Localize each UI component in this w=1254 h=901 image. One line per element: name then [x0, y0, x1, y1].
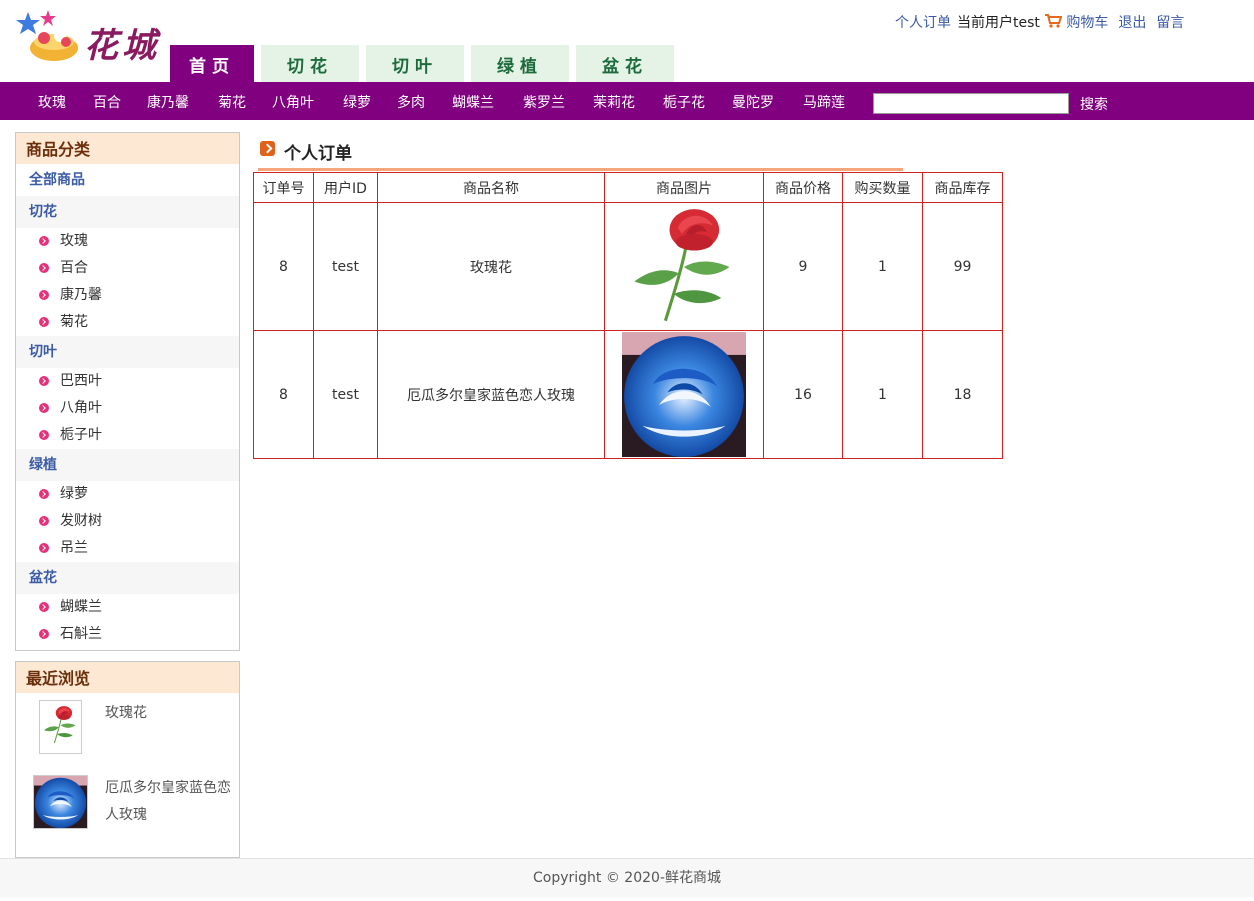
- quantity-cell: 1: [842, 202, 923, 331]
- all-products-link[interactable]: 全部商品: [16, 164, 239, 196]
- nav-item-carnation[interactable]: 康乃馨: [147, 92, 189, 112]
- category-item[interactable]: 巴西叶: [16, 368, 239, 395]
- price-cell: 16: [763, 330, 843, 459]
- nav-item-gardenia[interactable]: 栀子花: [663, 92, 705, 112]
- nav-item-lily[interactable]: 百合: [93, 92, 121, 112]
- product-name-cell: 厄瓜多尔皇家蓝色恋人玫瑰: [377, 330, 605, 459]
- user-id-cell: test: [313, 202, 378, 331]
- product-image-blue-rose: [622, 332, 746, 457]
- page-title: 个人订单: [284, 144, 352, 164]
- table-row: 8 test 厄瓜多尔皇家蓝色恋人玫瑰 16 1 18: [253, 330, 1003, 459]
- tab-potted-flowers[interactable]: 盆花: [576, 45, 674, 82]
- bullet-icon: [39, 516, 49, 526]
- column-header: 商品价格: [763, 172, 843, 203]
- category-panel-title: 商品分类: [16, 133, 239, 164]
- recently-viewed-title: 最近浏览: [16, 662, 239, 693]
- orders-table: 订单号 用户ID 商品名称 商品图片 商品价格 购买数量 商品库存 8 test…: [253, 172, 1003, 459]
- table-row: 8 test 玫瑰花 9 1 99: [253, 202, 1003, 331]
- column-header: 商品名称: [377, 172, 605, 203]
- category-item[interactable]: 玫瑰: [16, 228, 239, 255]
- category-item[interactable]: 绿萝: [16, 481, 239, 508]
- category-item[interactable]: 八角叶: [16, 395, 239, 422]
- nav-item-chrysanthemum[interactable]: 菊花: [218, 92, 246, 112]
- category-group-green-plants[interactable]: 绿植: [16, 449, 239, 481]
- message-link[interactable]: 留言: [1156, 15, 1184, 31]
- recent-item-name[interactable]: 厄瓜多尔皇家蓝色恋人玫瑰: [105, 775, 235, 829]
- bullet-icon: [39, 629, 49, 639]
- nav-item-pothos[interactable]: 绿萝: [343, 92, 371, 112]
- column-header: 用户ID: [313, 172, 378, 203]
- category-item[interactable]: 发财树: [16, 508, 239, 535]
- bullet-icon: [39, 403, 49, 413]
- bullet-icon: [39, 317, 49, 327]
- tab-green-plants[interactable]: 绿植: [471, 45, 569, 82]
- category-group-potted-flowers[interactable]: 盆花: [16, 562, 239, 594]
- nav-item-datura[interactable]: 曼陀罗: [732, 92, 774, 112]
- footer: Copyright © 2020-鲜花商城: [0, 858, 1254, 897]
- bullet-icon: [39, 489, 49, 499]
- cart-link[interactable]: 购物车: [1066, 15, 1108, 31]
- nav-item-rose[interactable]: 玫瑰: [38, 92, 66, 112]
- category-group-cut-flowers[interactable]: 切花: [16, 196, 239, 228]
- column-header: 商品图片: [604, 172, 764, 203]
- quantity-cell: 1: [842, 330, 923, 459]
- tab-cut-flowers[interactable]: 切花: [261, 45, 359, 82]
- recent-item-name[interactable]: 玫瑰花: [105, 700, 235, 727]
- search-input[interactable]: [873, 93, 1069, 114]
- tab-home[interactable]: 首页: [170, 45, 254, 82]
- bullet-icon: [39, 543, 49, 553]
- category-item[interactable]: 康乃馨: [16, 282, 239, 309]
- stock-cell: 18: [922, 330, 1003, 459]
- bullet-icon: [39, 376, 49, 386]
- bullet-icon: [39, 236, 49, 246]
- price-cell: 9: [763, 202, 843, 331]
- category-item[interactable]: 石斛兰: [16, 621, 239, 648]
- category-item[interactable]: 百合: [16, 255, 239, 282]
- flower-basket-icon: [16, 10, 78, 61]
- bullet-icon: [39, 263, 49, 273]
- category-item[interactable]: 吊兰: [16, 535, 239, 562]
- recently-viewed-panel: 最近浏览 玫瑰花 厄瓜多尔皇家蓝色恋人玫瑰: [15, 661, 240, 858]
- section-arrow-icon: [260, 141, 275, 156]
- nav-item-calla[interactable]: 马蹄莲: [803, 92, 845, 112]
- product-image-red-rose: [622, 205, 746, 329]
- logout-link[interactable]: 退出: [1118, 15, 1146, 31]
- my-orders-link[interactable]: 个人订单: [895, 15, 951, 31]
- category-item[interactable]: 蝴蝶兰: [16, 594, 239, 621]
- current-user-label: 当前用户test: [957, 15, 1040, 31]
- table-header-row: 订单号 用户ID 商品名称 商品图片 商品价格 购买数量 商品库存: [253, 172, 1003, 203]
- category-group-cut-leaves[interactable]: 切叶: [16, 336, 239, 368]
- search-button[interactable]: 搜索: [1080, 94, 1108, 114]
- bullet-icon: [39, 602, 49, 612]
- user-links: 个人订单 当前用户test 购物车 退出 留言: [895, 12, 1184, 32]
- product-image-cell: [604, 330, 764, 459]
- category-item[interactable]: 菊花: [16, 309, 239, 336]
- order-id-cell: 8: [253, 202, 314, 331]
- nav-item-fatsia[interactable]: 八角叶: [272, 92, 314, 112]
- stock-cell: 99: [922, 202, 1003, 331]
- site-logo[interactable]: 花城: [14, 8, 166, 66]
- section-divider: [258, 168, 903, 171]
- column-header: 订单号: [253, 172, 314, 203]
- nav-item-orchid[interactable]: 蝴蝶兰: [452, 92, 494, 112]
- nav-item-jasmine[interactable]: 茉莉花: [593, 92, 635, 112]
- logo-text: 花城: [84, 26, 160, 66]
- bullet-icon: [39, 290, 49, 300]
- nav-item-violet[interactable]: 紫罗兰: [523, 92, 565, 112]
- nav-item-succulent[interactable]: 多肉: [397, 92, 425, 112]
- tab-cut-leaves[interactable]: 切叶: [366, 45, 464, 82]
- column-header: 购买数量: [842, 172, 923, 203]
- category-item[interactable]: 栀子叶: [16, 422, 239, 449]
- copyright-text: Copyright © 2020-鲜花商城: [533, 870, 721, 886]
- recent-thumb-red-rose[interactable]: [39, 700, 82, 754]
- bullet-icon: [39, 430, 49, 440]
- user-id-cell: test: [313, 330, 378, 459]
- category-panel: 商品分类 全部商品 切花 玫瑰 百合 康乃馨 菊花 切叶 巴西叶 八角叶 栀子叶…: [15, 132, 240, 651]
- product-name-cell: 玫瑰花: [377, 202, 605, 331]
- column-header: 商品库存: [922, 172, 1003, 203]
- product-image-cell: [604, 202, 764, 331]
- cart-icon[interactable]: [1044, 14, 1062, 28]
- order-id-cell: 8: [253, 330, 314, 459]
- recent-thumb-blue-rose[interactable]: [33, 775, 88, 829]
